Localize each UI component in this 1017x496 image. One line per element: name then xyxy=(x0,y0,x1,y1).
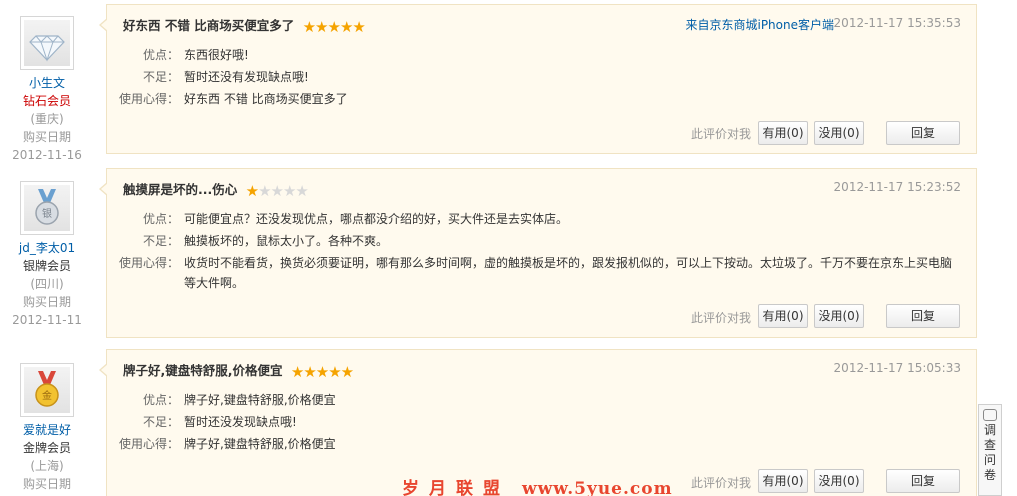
pros-text: 牌子好,键盘特舒服,价格便宜 xyxy=(184,393,336,407)
username-link[interactable]: 小生文 xyxy=(8,74,86,92)
experience-text: 收货时不能看货，换货必须要证明，哪有那么多时间啊，虚的触摸板是坏的，跟发报机似的… xyxy=(184,256,953,290)
cons-text: 触摸板坏的，鼠标太小了。各种不爽。 xyxy=(184,234,389,248)
silver-medal-icon: 银 xyxy=(35,189,59,225)
reply-button[interactable]: 回复 xyxy=(886,121,960,145)
experience-label: 使用心得： xyxy=(118,437,179,451)
reply-button[interactable]: 回复 xyxy=(886,304,960,328)
star-empty-icon: ★ xyxy=(282,182,296,200)
avatar[interactable]: 银 xyxy=(20,181,74,235)
review-item: 小生文 钻石会员 (重庆) 购买日期 2012-11-16 好东西 不错 比商场… xyxy=(0,0,980,170)
pros-label: 优点： xyxy=(142,48,179,62)
review-item: 银 jd_李太01 银牌会员 (四川) 购买日期 2012-11-11 触摸屏是… xyxy=(0,166,980,346)
review-title-text: 好东西 不错 比商场买便宜多了 xyxy=(123,18,295,33)
rating-stars: ★★★★★ xyxy=(290,363,354,381)
review-time: 2012-11-17 15:23:52 xyxy=(833,180,961,194)
review-title: 牌子好,键盘特舒服,价格便宜 ★★★★★ xyxy=(123,360,354,381)
watermark-url: www.5yue.com xyxy=(522,479,673,496)
username-link[interactable]: jd_李太01 xyxy=(8,239,86,257)
not-useful-button[interactable]: 没用(0) xyxy=(814,469,864,493)
svg-text:银: 银 xyxy=(42,207,52,220)
star-filled-icon: ★ xyxy=(290,363,304,381)
purchase-date-label: 购买日期 xyxy=(22,477,71,491)
review-card: 好东西 不错 比商场买便宜多了 ★★★★★ 来自京东商城iPhone客户端 20… xyxy=(99,4,977,154)
card-pointer xyxy=(99,363,108,377)
rating-stars: ★★★★★ xyxy=(302,18,366,36)
user-region: (重庆) xyxy=(30,112,64,126)
review-title-text: 牌子好,键盘特舒服,价格便宜 xyxy=(123,363,283,378)
star-filled-icon: ★ xyxy=(352,18,365,36)
star-filled-icon: ★ xyxy=(245,182,259,200)
avatar[interactable] xyxy=(20,16,74,70)
experience-label: 使用心得： xyxy=(118,92,179,106)
member-level: 银牌会员 xyxy=(22,259,71,273)
username-link[interactable]: 爱就是好 xyxy=(8,421,86,439)
watermark: 岁月联盟 www.5yue.com xyxy=(402,474,673,496)
cons-text: 暂时还没有发现缺点哦! xyxy=(184,70,309,84)
not-useful-button[interactable]: 没用(0) xyxy=(814,304,864,328)
cons-label: 不足： xyxy=(142,415,179,429)
experience-label: 使用心得： xyxy=(118,256,179,270)
reply-button[interactable]: 回复 xyxy=(886,469,960,493)
review-title-text: 触摸屏是坏的...伤心 xyxy=(123,182,238,197)
helpful-prompt: 此评价对我 xyxy=(690,476,751,490)
useful-button[interactable]: 有用(0) xyxy=(758,121,808,145)
purchase-date-label: 购买日期 xyxy=(22,295,71,309)
star-filled-icon: ★ xyxy=(340,363,354,381)
diamond-icon xyxy=(29,35,65,62)
card-pointer xyxy=(99,182,108,196)
watermark-text: 岁月联盟 xyxy=(402,479,510,496)
helpful-prompt: 此评价对我 xyxy=(690,311,751,325)
speech-bubble-icon xyxy=(983,409,997,421)
rating-stars: ★★★★★ xyxy=(245,182,309,200)
star-empty-icon: ★ xyxy=(295,182,308,200)
review-card: 触摸屏是坏的...伤心 ★★★★★ 2012-11-17 15:23:52 优点… xyxy=(99,168,977,338)
experience-text: 好东西 不错 比商场买便宜多了 xyxy=(184,92,348,106)
reviewer-info: 金 爱就是好 金牌会员 (上海) 购买日期 xyxy=(8,363,86,493)
star-filled-icon: ★ xyxy=(315,363,329,381)
member-level: 金牌会员 xyxy=(22,441,71,455)
experience-text: 牌子好,键盘特舒服,价格便宜 xyxy=(184,437,336,451)
review-title: 触摸屏是坏的...伤心 ★★★★★ xyxy=(123,179,309,200)
user-region: (四川) xyxy=(30,277,64,291)
star-filled-icon: ★ xyxy=(327,18,340,36)
pros-label: 优点： xyxy=(142,212,179,226)
review-time: 2012-11-17 15:35:53 xyxy=(833,16,961,30)
purchase-date: 2012-11-11 xyxy=(12,313,82,327)
client-source-link[interactable]: 来自京东商城iPhone客户端 xyxy=(685,16,834,33)
user-region: (上海) xyxy=(30,459,64,473)
purchase-date-label: 购买日期 xyxy=(22,130,71,144)
cons-label: 不足： xyxy=(142,234,179,248)
star-filled-icon: ★ xyxy=(328,363,341,381)
survey-tab[interactable]: 调查问卷 xyxy=(978,404,1002,496)
survey-label: 调查问卷 xyxy=(984,423,997,482)
pros-text: 可能便宜点？还没发现优点，哪点都没介绍的好，买大件还是去实体店。 xyxy=(184,212,569,226)
star-empty-icon: ★ xyxy=(258,182,271,200)
star-filled-icon: ★ xyxy=(302,18,316,36)
star-empty-icon: ★ xyxy=(270,182,284,200)
useful-button[interactable]: 有用(0) xyxy=(758,469,808,493)
helpful-prompt: 此评价对我 xyxy=(690,127,751,141)
star-filled-icon: ★ xyxy=(315,18,328,36)
review-title: 好东西 不错 比商场买便宜多了 ★★★★★ xyxy=(123,15,366,36)
review-time: 2012-11-17 15:05:33 xyxy=(833,361,961,375)
not-useful-button[interactable]: 没用(0) xyxy=(814,121,864,145)
pros-text: 东西很好哦! xyxy=(184,48,249,62)
reviewer-info: 小生文 钻石会员 (重庆) 购买日期 2012-11-16 xyxy=(8,16,86,164)
gold-medal-icon: 金 xyxy=(35,371,59,407)
cons-label: 不足： xyxy=(142,70,179,84)
card-pointer xyxy=(99,18,108,32)
star-filled-icon: ★ xyxy=(339,18,353,36)
star-filled-icon: ★ xyxy=(303,363,316,381)
useful-button[interactable]: 有用(0) xyxy=(758,304,808,328)
svg-text:金: 金 xyxy=(42,389,52,402)
avatar[interactable]: 金 xyxy=(20,363,74,417)
reviewer-info: 银 jd_李太01 银牌会员 (四川) 购买日期 2012-11-11 xyxy=(8,181,86,329)
cons-text: 暂时还没发现缺点哦! xyxy=(184,415,297,429)
pros-label: 优点： xyxy=(142,393,179,407)
purchase-date: 2012-11-16 xyxy=(12,148,82,162)
member-level: 钻石会员 xyxy=(22,94,71,108)
